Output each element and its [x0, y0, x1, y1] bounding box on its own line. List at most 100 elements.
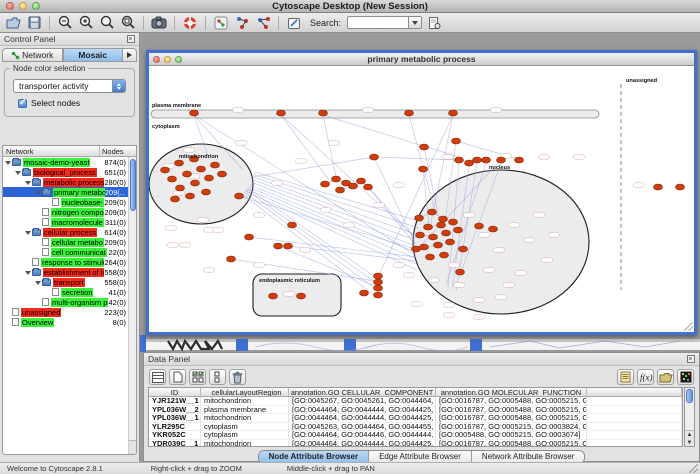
node-label-box	[549, 233, 560, 237]
tab-mosaic[interactable]: Mosaic	[63, 48, 124, 62]
table-row[interactable]: YKR052Ccytoplasm[GO:0044464, GO:0044446,…	[149, 431, 682, 440]
data-panel: Data Panel f(x)	[143, 352, 700, 462]
expand-triangle-icon[interactable]	[15, 169, 22, 176]
tree-item-overview[interactable]: Overview8(0)	[3, 317, 128, 327]
network-close-button[interactable]	[153, 56, 160, 63]
network-zoom-button[interactable]	[175, 56, 182, 63]
table-row[interactable]: YPL036W__1mitochondrion[GO:0044464, GO:0…	[149, 414, 682, 423]
tree-item-macromolecule[interactable]: macromolecule311(0)	[3, 217, 128, 227]
tree-item-nitrogen-compo[interactable]: nitrogen compo209(0)	[3, 207, 128, 217]
tree-item-response-to-stimulu[interactable]: response to stimulu264(0)	[3, 257, 128, 267]
minimize-button[interactable]	[19, 2, 27, 10]
tree-item-transport[interactable]: transport558(0)	[3, 277, 128, 287]
tab-network[interactable]: Network	[2, 48, 63, 62]
table-scroll-thumb[interactable]	[686, 389, 693, 403]
node-label-box	[198, 218, 209, 222]
tree-scroll-thumb[interactable]	[130, 159, 136, 211]
new-attribute-button[interactable]	[169, 369, 186, 385]
select-nodes-checkbox[interactable]	[18, 99, 27, 108]
network-window-titlebar[interactable]: primary metabolic process	[149, 53, 694, 66]
close-button[interactable]	[6, 2, 14, 10]
tree-item-secretion[interactable]: secretion41(0)	[3, 287, 128, 297]
column-header-0[interactable]: ID	[149, 388, 201, 396]
tree-item-cellular-process[interactable]: cellular process614(0)	[3, 227, 128, 237]
window-resize-grip[interactable]	[684, 322, 693, 331]
tree-item-cellular-metabo[interactable]: cellular metabo209(0)	[3, 237, 128, 247]
node-label-box	[204, 268, 215, 272]
node-color-dropdown[interactable]: transporter activity	[13, 79, 126, 93]
expand-triangle-icon[interactable]	[25, 229, 32, 236]
graph-node	[515, 157, 524, 163]
expand-triangle-icon[interactable]	[25, 269, 32, 276]
attribute-matrix-button[interactable]	[189, 369, 206, 385]
matrix-view-button[interactable]	[677, 369, 694, 385]
tree-item-multi-organism-pro[interactable]: multi-organism pro42(0)	[3, 297, 128, 307]
float-panel-icon[interactable]	[687, 355, 695, 363]
graph-node	[211, 162, 220, 168]
open-session-button[interactable]	[4, 14, 22, 31]
expand-triangle-icon[interactable]	[35, 279, 42, 286]
node-color-dropdown-value: transporter activity	[14, 81, 112, 91]
graph-node	[235, 193, 244, 199]
app-resize-grip[interactable]	[689, 464, 698, 473]
search-options-button[interactable]	[425, 14, 443, 31]
network-canvas[interactable]: plasma membranecytoplasmmitochondrionnuc…	[149, 66, 694, 332]
more-tabs-button[interactable]	[123, 48, 137, 62]
node-label-box	[496, 295, 507, 299]
node-label-box	[272, 181, 283, 185]
snapshot-button[interactable]	[150, 14, 168, 31]
import-attributes-button[interactable]	[657, 369, 674, 385]
tree-item-mosaic-demo-yeast[interactable]: mosaic-demo-yeast874(0)	[3, 157, 128, 167]
zoom-out-button[interactable]	[56, 14, 74, 31]
function-builder-button[interactable]: f(x)	[637, 369, 654, 385]
column-header-3[interactable]: annotation.GO MOLECULAR_FUNCTION	[436, 388, 587, 396]
zoom-selected-button[interactable]	[119, 14, 137, 31]
control-panel-tabs: Network Mosaic	[0, 46, 139, 62]
search-dropdown-button[interactable]	[409, 16, 422, 29]
tree-item-establishment-of-lo[interactable]: establishment of lo558(0)	[3, 267, 128, 277]
zoom-in-button[interactable]	[77, 14, 95, 31]
zoom-fit-button[interactable]	[98, 14, 116, 31]
annotation-button[interactable]	[285, 14, 303, 31]
tree-item-primary-metabo[interactable]: primary metabo209(...	[3, 187, 128, 197]
zoom-button[interactable]	[32, 2, 40, 10]
float-panel-icon[interactable]	[127, 35, 135, 43]
network-graph[interactable]: plasma membranecytoplasmmitochondrionnuc…	[149, 66, 694, 332]
attribute-matrix-small-button[interactable]	[209, 369, 226, 385]
table-row[interactable]: YPL036W__2plasma membrane[GO:0044464, GO…	[149, 406, 682, 415]
help-button[interactable]	[181, 14, 199, 31]
network-window[interactable]: primary metabolic process plasma membran…	[146, 50, 697, 335]
table-row[interactable]: YJR121W__1mitochondrion[GO:0045267, GO:0…	[149, 397, 682, 406]
column-header-2[interactable]: annotation.GO CELLULAR_COMPONENT	[289, 388, 436, 396]
tree-scroll-arrows[interactable]	[129, 440, 137, 454]
network-overview-button[interactable]	[212, 14, 230, 31]
tree-col-nodes[interactable]: Nodes	[100, 146, 136, 156]
table-row[interactable]: YDR039C__1mitochondrion[GO:0044464, GO:0…	[149, 440, 682, 448]
column-header-1[interactable]: _cellularLayoutRegion	[201, 388, 289, 396]
tree-item-biological-process[interactable]: biological_process651(0)	[3, 167, 128, 177]
attribute-select-button[interactable]	[149, 369, 166, 385]
expand-triangle-icon[interactable]	[35, 189, 42, 196]
layout-a-button[interactable]	[233, 14, 251, 31]
table-scrollbar[interactable]: ▲▼	[684, 387, 695, 447]
tree-col-network[interactable]: Network	[3, 146, 100, 156]
layout-b-button[interactable]	[254, 14, 272, 31]
search-input[interactable]	[347, 16, 409, 29]
expand-triangle-icon[interactable]	[5, 159, 12, 166]
data-panel-title: Data Panel	[148, 354, 190, 364]
network-minimize-button[interactable]	[164, 56, 171, 63]
delete-attribute-button[interactable]	[229, 369, 246, 385]
expand-triangle-icon[interactable]	[25, 179, 32, 186]
table-scroll-arrows[interactable]: ▲▼	[685, 430, 694, 446]
tree-scrollbar[interactable]	[128, 157, 136, 454]
notepad-button[interactable]	[617, 369, 634, 385]
table-cell-filler	[587, 423, 682, 431]
graph-edge	[253, 157, 374, 177]
node-label-box	[374, 203, 385, 207]
tree-item-metabolic-process[interactable]: metabolic process280(0)	[3, 177, 128, 187]
tree-item-cell-communicat[interactable]: cell communicat22(0)	[3, 247, 128, 257]
tree-item-unassigned[interactable]: unassigned223(0)	[3, 307, 128, 317]
tree-item-nucleobase-[interactable]: nucleobase-209(0)	[3, 197, 128, 207]
save-session-button[interactable]	[25, 14, 43, 31]
table-row[interactable]: YLR295Ccytoplasm[GO:0045263, GO:0044464,…	[149, 423, 682, 432]
